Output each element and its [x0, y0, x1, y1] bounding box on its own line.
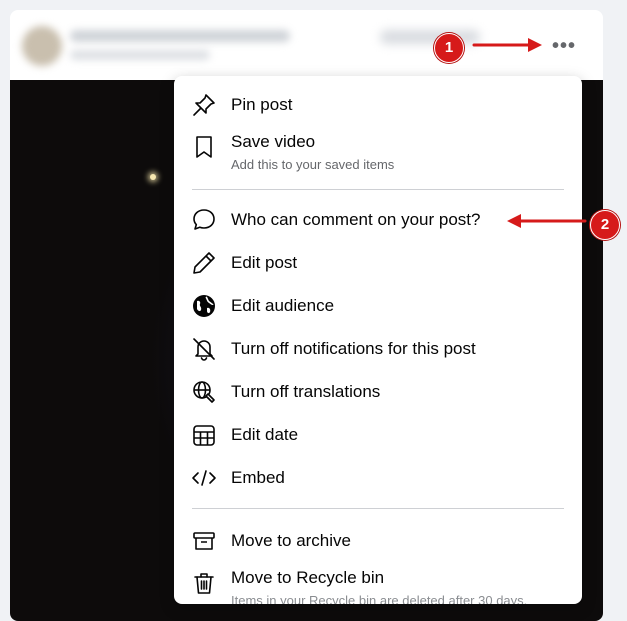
post-options-menu: Pin post Save video Add this to your sav… [174, 76, 582, 604]
code-icon [191, 465, 217, 491]
blurred-author-name [70, 30, 290, 42]
menu-item-label: Turn off notifications for this post [231, 339, 476, 358]
pencil-icon [191, 250, 217, 276]
menu-item-label: Turn off translations [231, 382, 381, 401]
menu-item-save-video[interactable]: Save video Add this to your saved items [174, 126, 582, 180]
video-light-spot [150, 174, 156, 180]
menu-item-label: Pin post [231, 95, 293, 114]
avatar[interactable] [22, 26, 62, 66]
menu-item-embed[interactable]: Embed [174, 459, 582, 497]
bell-off-icon [191, 336, 217, 362]
menu-divider [192, 508, 564, 509]
menu-item-turn-off-translations[interactable]: Turn off translations [174, 373, 582, 411]
translate-globe-icon [191, 379, 217, 405]
menu-divider [192, 189, 564, 190]
menu-item-label: Embed [231, 468, 285, 487]
menu-item-turn-off-notifications[interactable]: Turn off notifications for this post [174, 330, 582, 368]
menu-item-move-to-archive[interactable]: Move to archive [174, 522, 582, 560]
blurred-header-text [380, 30, 480, 44]
annotation-badge-1: 1 [434, 33, 464, 63]
blurred-post-meta [70, 50, 210, 60]
menu-item-label: Move to archive [231, 531, 351, 550]
menu-item-label: Edit audience [231, 296, 335, 315]
menu-item-sublabel: Items in your Recycle bin are deleted af… [231, 593, 528, 604]
archive-box-icon [191, 528, 217, 554]
menu-item-sublabel: Add this to your saved items [231, 157, 395, 172]
bookmark-icon [191, 134, 217, 160]
trash-icon [191, 570, 217, 596]
menu-item-label: Move to Recycle bin [231, 568, 385, 587]
more-options-button[interactable]: ••• [550, 36, 578, 56]
menu-item-move-to-recycle-bin[interactable]: Move to Recycle bin Items in your Recycl… [174, 562, 582, 604]
menu-item-label: Who can comment on your post? [231, 210, 481, 229]
calendar-icon [191, 422, 217, 448]
pin-icon [191, 92, 217, 118]
menu-item-label: Save video [231, 132, 316, 151]
menu-item-edit-date[interactable]: Edit date [174, 416, 582, 454]
menu-item-pin-post[interactable]: Pin post [174, 86, 582, 124]
comment-icon [191, 207, 217, 233]
menu-item-edit-audience[interactable]: Edit audience [174, 287, 582, 325]
globe-icon [191, 293, 217, 319]
annotation-arrow-2 [507, 214, 587, 228]
annotation-arrow-1 [472, 38, 542, 52]
menu-item-label: Edit date [231, 425, 299, 444]
menu-item-edit-post[interactable]: Edit post [174, 244, 582, 282]
menu-item-label: Edit post [231, 253, 298, 272]
annotation-badge-2: 2 [590, 210, 620, 240]
